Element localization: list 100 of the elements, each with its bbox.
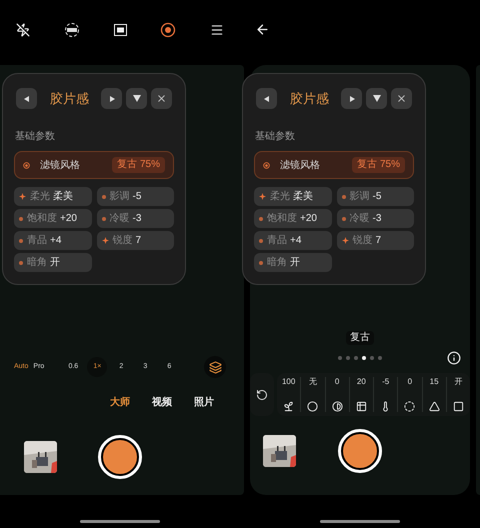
menu-icon[interactable] (210, 22, 224, 36)
table-icon[interactable] (356, 401, 367, 412)
triangle-icon[interactable] (428, 401, 440, 412)
parameter-label: 暗角 (27, 256, 47, 270)
capture-mode-tab[interactable]: 大师 (110, 395, 130, 410)
section-label: 基础参数 (255, 131, 295, 142)
right-triangle-icon (348, 96, 354, 102)
preset-title: 胶片感 (290, 90, 330, 108)
adjustment-value: -5 (382, 377, 390, 387)
parameter-chip[interactable]: 暗角 开 (254, 253, 332, 272)
sprout-icon[interactable] (283, 401, 294, 412)
parameter-chip[interactable]: 冷暖 -3 (96, 209, 174, 228)
parameter-value: +4 (50, 234, 62, 248)
circle-icon[interactable] (307, 401, 318, 412)
dot-icon (259, 238, 263, 242)
dot-icon (19, 238, 23, 242)
previous-button[interactable] (16, 88, 37, 109)
target-icon (23, 162, 30, 168)
parameter-label: 青品 (27, 234, 47, 248)
parameter-label: 影调 (350, 190, 370, 204)
reset-button[interactable] (250, 373, 274, 416)
parameter-chip[interactable]: 暗角 开 (14, 253, 92, 272)
dropdown-button[interactable] (126, 88, 147, 109)
parameter-value: 开 (290, 256, 300, 270)
capture-mode-tab[interactable]: 视频 (152, 395, 172, 410)
contrast-icon[interactable] (332, 401, 343, 412)
adjustment-value: 0 (408, 377, 412, 387)
parameter-chip[interactable]: 柔光 柔美 (14, 187, 92, 206)
dot-icon (342, 194, 346, 198)
live-photo-icon[interactable] (160, 22, 176, 38)
filter-style-row[interactable]: 滤镜风格 复古 75% (14, 151, 174, 179)
parameter-value: 7 (376, 234, 382, 248)
parameter-chip[interactable]: 锐度 7 (336, 231, 414, 250)
jpg-format-icon[interactable] (64, 22, 80, 38)
sparkle-icon (259, 193, 266, 200)
dot-icon (19, 260, 23, 264)
parameter-label: 柔光 (270, 190, 290, 204)
dot-icon (259, 216, 263, 220)
parameter-value: -5 (372, 190, 382, 204)
section-label: 基础参数 (15, 131, 55, 142)
sparkle-icon (342, 237, 348, 244)
close-button[interactable] (151, 88, 172, 109)
dot-icon (102, 194, 106, 198)
next-button[interactable] (341, 88, 362, 109)
dropdown-button[interactable] (366, 88, 387, 109)
shutter-button[interactable] (98, 435, 142, 479)
capture-mode-tab[interactable]: 照片 (194, 395, 214, 410)
dashed-circle-icon[interactable] (404, 401, 416, 412)
parameter-chip[interactable]: 青品 +4 (254, 231, 332, 250)
parameter-chip[interactable]: 锐度 7 (96, 231, 174, 250)
shutter-button[interactable] (338, 429, 382, 473)
parameter-label: 饱和度 (267, 212, 297, 226)
dot-icon (19, 216, 23, 220)
parameter-label: 柔光 (30, 190, 50, 204)
parameter-label: 冷暖 (350, 212, 370, 226)
flash-off-icon[interactable] (16, 22, 30, 36)
back-icon[interactable] (255, 22, 270, 37)
info-icon[interactable] (447, 351, 461, 365)
next-button[interactable] (101, 88, 122, 109)
exposure-icon[interactable] (114, 24, 126, 36)
sparkle-icon (19, 193, 26, 200)
dot-icon (342, 216, 346, 220)
close-icon (396, 93, 407, 104)
parameter-label: 暗角 (267, 256, 287, 270)
parameter-label: 影调 (110, 190, 130, 204)
parameter-value: +4 (290, 234, 302, 248)
down-triangle-icon (372, 95, 380, 102)
parameter-value: +20 (60, 212, 77, 226)
parameter-value: -5 (132, 190, 142, 204)
left-triangle-icon (24, 96, 30, 102)
filter-style-row[interactable]: 滤镜风格 复古 75% (254, 151, 414, 179)
previous-button[interactable] (256, 88, 277, 109)
parameter-value: -3 (132, 212, 142, 226)
layers-button[interactable] (204, 356, 226, 378)
filter-style-label: 滤镜风格 (280, 158, 320, 172)
parameter-chip[interactable]: 青品 +4 (14, 231, 92, 250)
down-triangle-icon (132, 95, 140, 102)
right-triangle-icon (108, 96, 114, 102)
parameter-label: 饱和度 (27, 212, 57, 226)
parameter-chip[interactable]: 饱和度 +20 (14, 209, 92, 228)
parameter-chip[interactable]: 饱和度 +20 (254, 209, 332, 228)
filter-name-label: 复古 (346, 331, 374, 345)
parameter-value: 7 (136, 234, 142, 248)
filter-style-label: 滤镜风格 (40, 158, 80, 172)
adjustment-value: 无 (308, 377, 317, 387)
parameter-chip[interactable]: 影调 -5 (336, 187, 414, 206)
close-button[interactable] (391, 88, 412, 109)
adjustment-value: 100 (282, 377, 296, 387)
parameter-chip[interactable]: 冷暖 -3 (336, 209, 414, 228)
left-triangle-icon (264, 96, 270, 102)
parameter-value: +20 (300, 212, 317, 226)
filter-value-badge: 复古 75% (352, 157, 405, 173)
adjustment-value: 0 (334, 377, 340, 387)
parameter-chip[interactable]: 柔光 柔美 (254, 187, 332, 206)
target-icon (263, 162, 270, 168)
parameter-value: 柔美 (53, 190, 73, 204)
parameter-chip[interactable]: 影调 -5 (96, 187, 174, 206)
reset-icon (256, 388, 268, 400)
square-icon[interactable] (452, 401, 464, 412)
parameter-label: 青品 (267, 234, 287, 248)
